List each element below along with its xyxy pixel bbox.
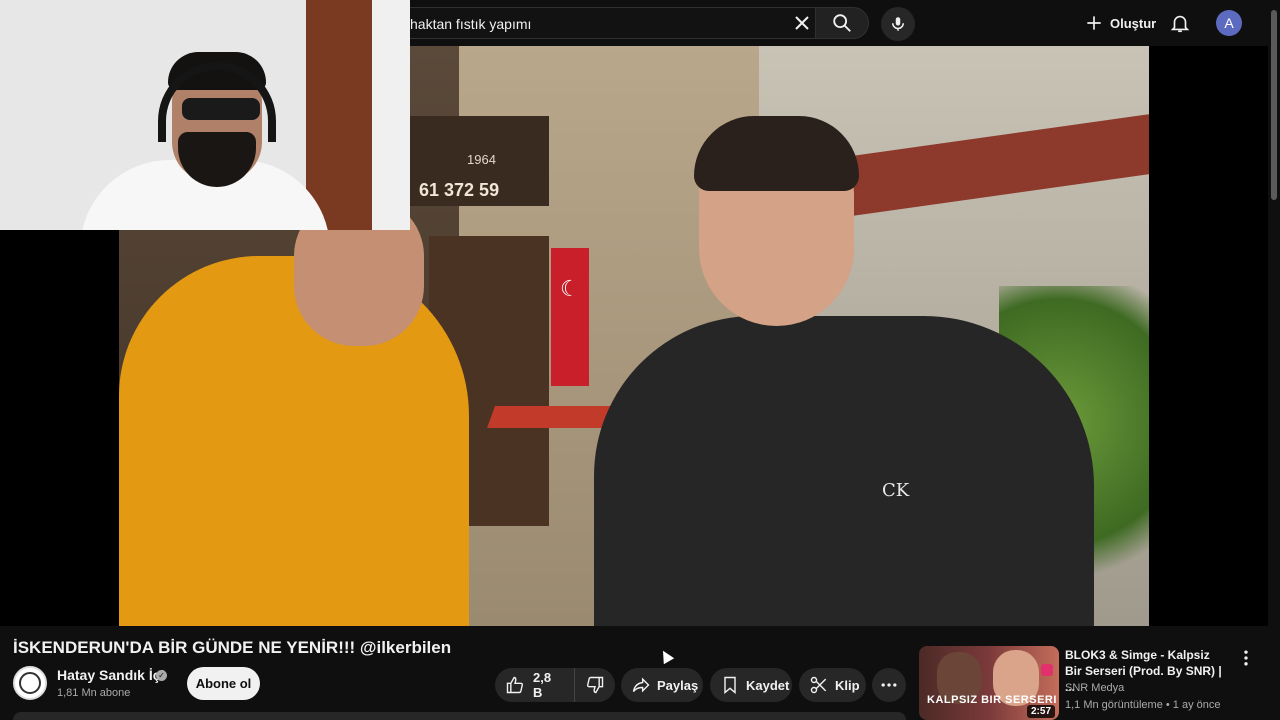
share-label: Paylaş (657, 677, 699, 693)
close-icon (795, 16, 809, 30)
more-horizontal-icon (881, 683, 897, 687)
instagram-icon (1041, 664, 1053, 676)
flag-crescent-icon: ☾ (560, 276, 580, 301)
like-dislike-group: 2,8 B (495, 668, 615, 702)
more-actions-button[interactable] (872, 668, 906, 702)
search-icon (833, 14, 851, 32)
recommended-channel[interactable]: SNR Medya (1065, 682, 1124, 694)
search-button[interactable] (815, 7, 869, 39)
mic-icon (892, 17, 904, 31)
scrollbar-thumb[interactable] (1271, 10, 1277, 200)
like-count: 2,8 B (532, 670, 552, 700)
search-input[interactable]: haktan fıstık yapımı (395, 7, 815, 39)
sunglasses-icon (182, 98, 260, 120)
dislike-button[interactable] (575, 668, 615, 702)
scissors-icon (810, 676, 827, 694)
thumbs-up-icon (506, 676, 524, 694)
voice-search-button[interactable] (881, 7, 915, 41)
description-box[interactable] (13, 712, 906, 720)
shop-sign-phone: 61 372 59 (419, 180, 500, 200)
save-button[interactable]: Kaydet (710, 668, 792, 702)
channel-avatar[interactable] (13, 666, 47, 700)
share-button[interactable]: Paylaş (621, 668, 703, 702)
like-button[interactable]: 2,8 B (495, 668, 576, 702)
recommended-menu-button[interactable] (1236, 648, 1256, 668)
video-duration: 2:57 (1026, 705, 1055, 718)
bell-icon (1170, 15, 1190, 33)
mouse-cursor (657, 647, 675, 665)
clip-button[interactable]: Klip (799, 668, 866, 702)
recommended-thumbnail[interactable]: KALPSIZ BIR SERSERI 2:57 (919, 646, 1059, 720)
clip-label: Klip (835, 677, 860, 693)
clear-search-button[interactable] (790, 11, 814, 35)
page-scrollbar[interactable] (1268, 0, 1280, 720)
turkish-flag (551, 248, 589, 386)
create-label: Oluştur (1110, 15, 1157, 31)
video-title: İSKENDERUN'DA BİR GÜNDE NE YENİR!!! @ilk… (13, 638, 452, 657)
shop-sign-year: 1964 (467, 152, 496, 167)
recommended-meta: 1,1 Mn görüntüleme • 1 ay önce (1065, 699, 1221, 711)
bookmark-icon (724, 676, 736, 695)
jacket-logo: CK (882, 480, 910, 501)
channel-name[interactable]: Hatay Sandık İçi (57, 667, 164, 683)
notifications-button[interactable] (1166, 9, 1194, 37)
more-vertical-icon (1244, 650, 1248, 666)
plus-icon (1087, 16, 1101, 30)
verified-icon: ✓ (156, 670, 167, 681)
subscriber-count: 1,81 Mn abone (57, 687, 131, 699)
subscribe-button[interactable]: Abone ol (187, 667, 260, 700)
thumbs-down-icon (586, 676, 604, 694)
account-avatar[interactable]: A (1216, 10, 1242, 36)
webcam-overlay (0, 0, 410, 230)
person-dark-jacket (594, 316, 1094, 626)
create-button[interactable]: Oluştur (1072, 7, 1168, 39)
search-query-text[interactable]: haktan fıstık yapımı (410, 16, 531, 32)
share-icon (632, 677, 650, 693)
save-label: Kaydet (746, 677, 790, 693)
